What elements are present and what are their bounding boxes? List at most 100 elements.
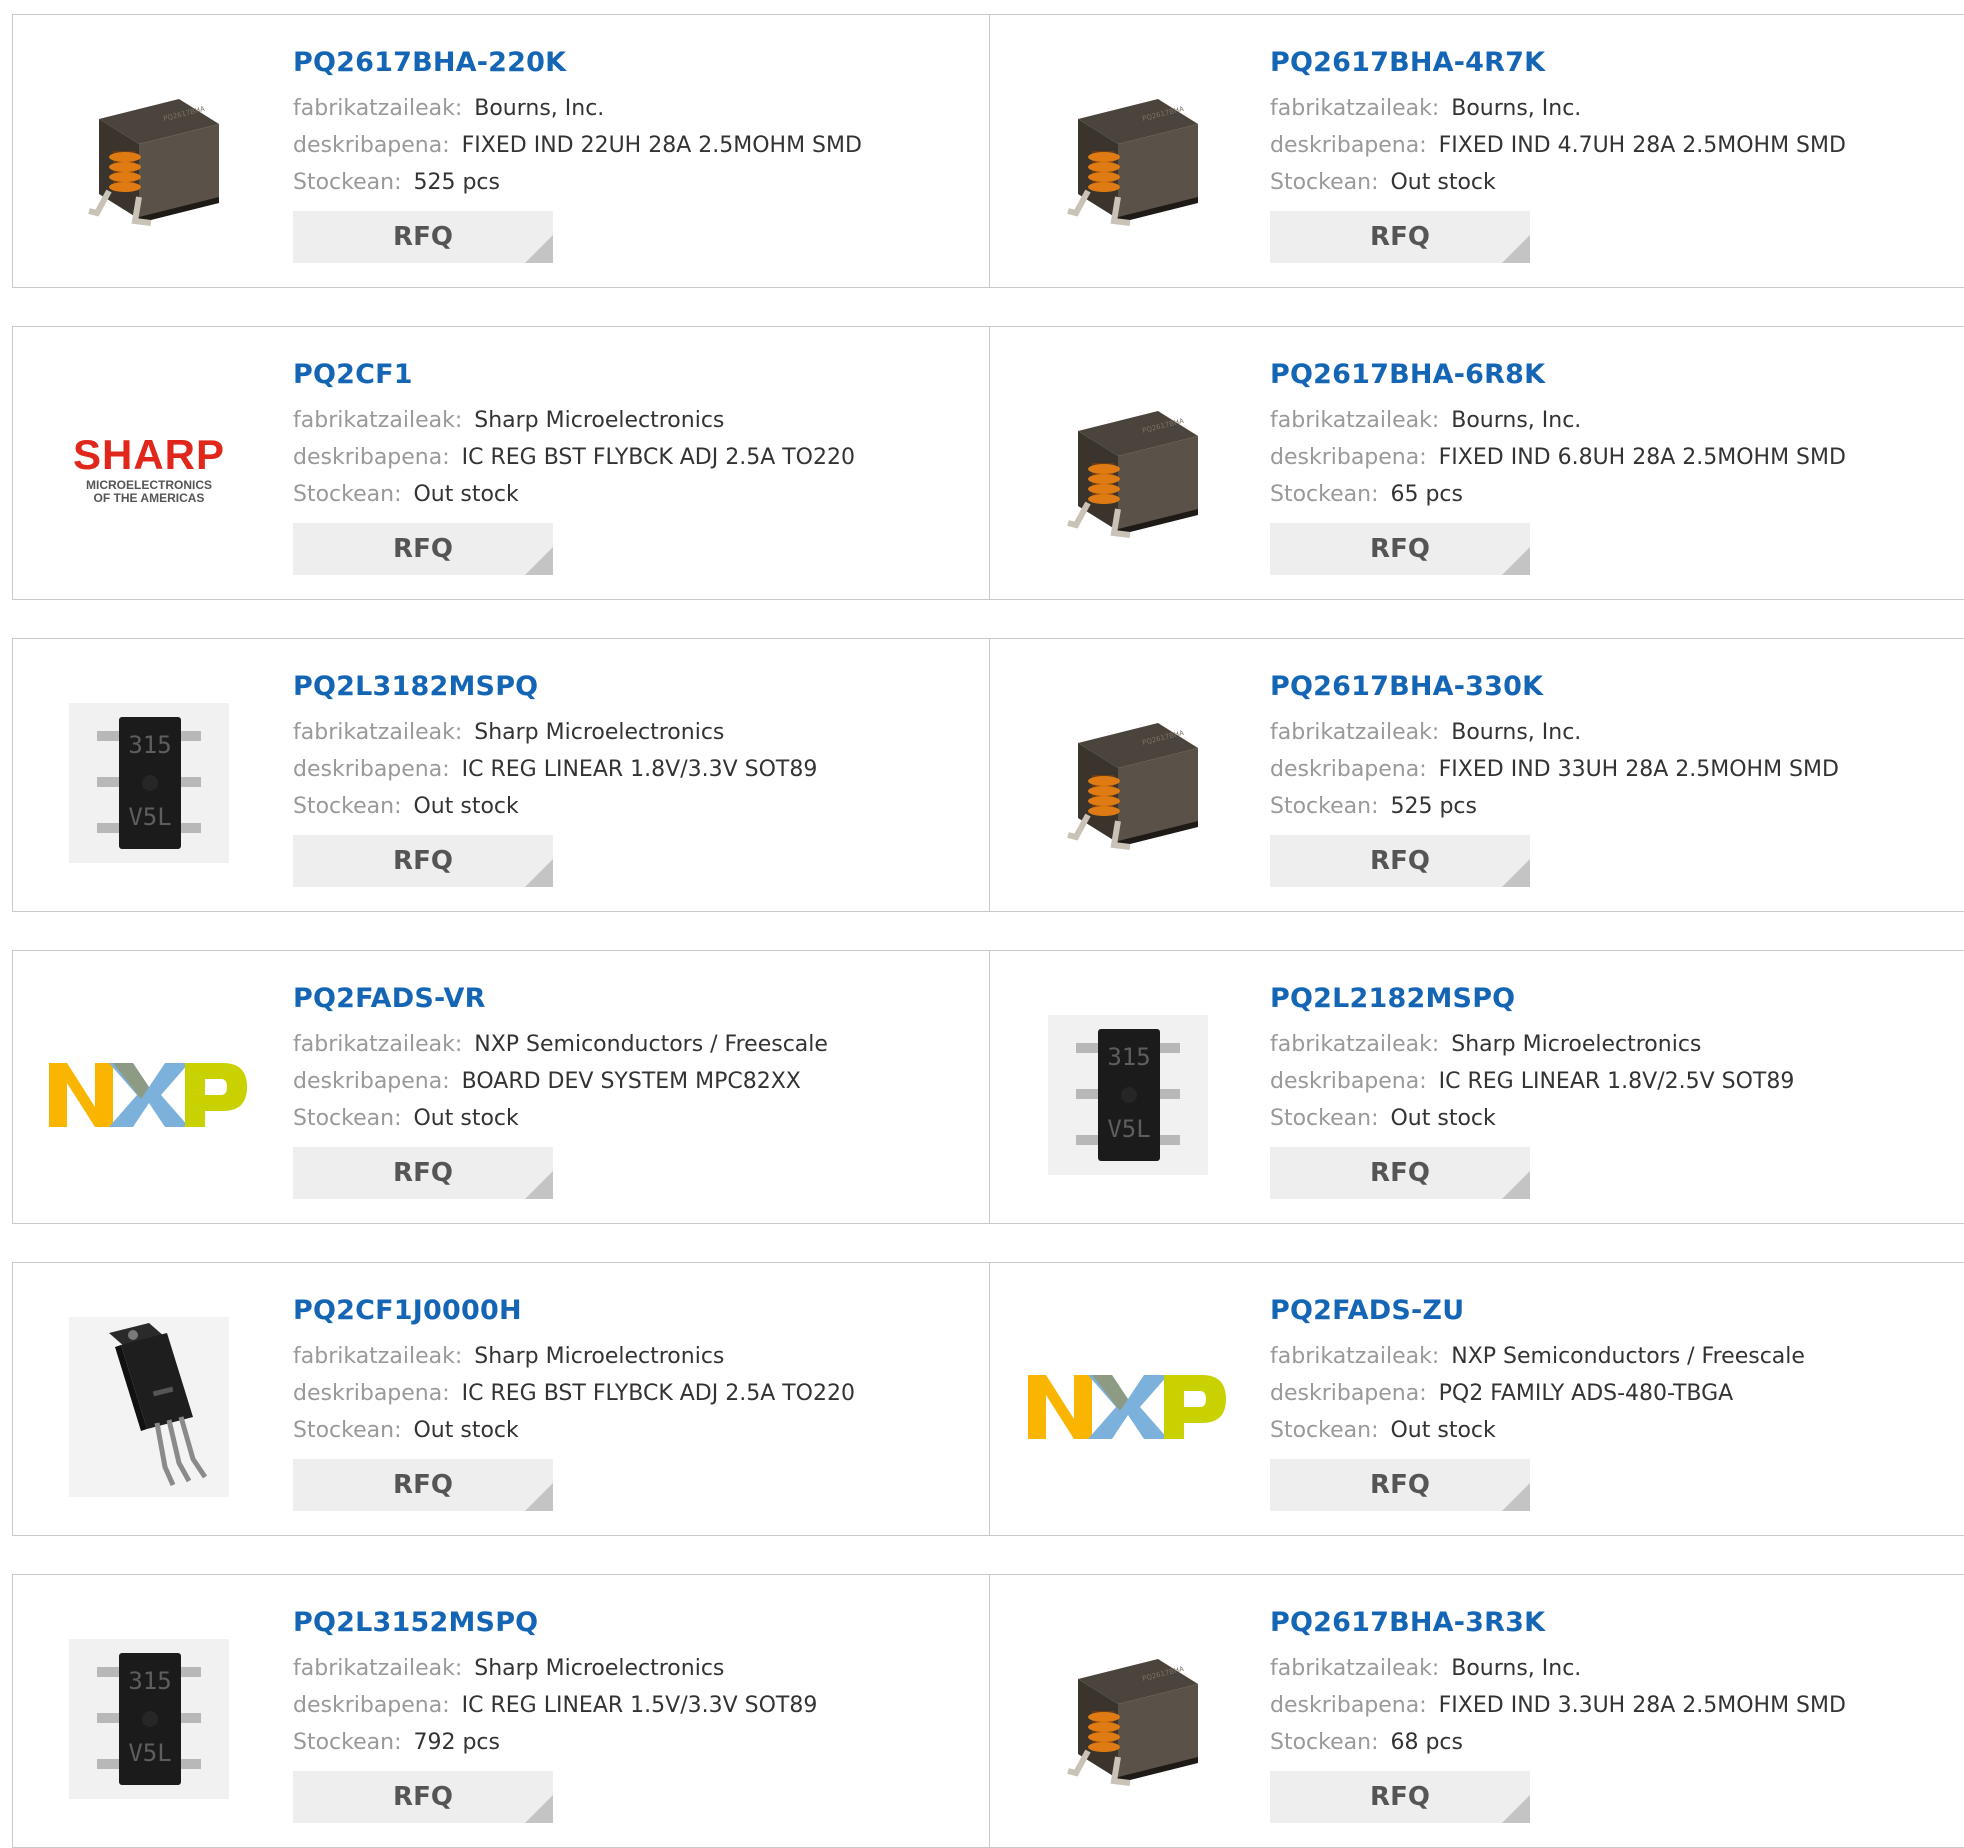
- inductor-image[interactable]: PQ2617BHA: [49, 59, 249, 259]
- svg-text:315: 315: [128, 731, 171, 759]
- product-info: PQ2617BHA-4R7K fabrikatzaileak: Bourns, I…: [1270, 45, 1930, 263]
- rfq-button[interactable]: RFQ: [293, 1771, 553, 1823]
- manufacturer-line: fabrikatzaileak: NXP Semiconductors / Fre…: [1270, 1338, 1930, 1375]
- description-line: deskribapena: BOARD DEV SYSTEM MPC82XX: [293, 1063, 953, 1100]
- inductor-image[interactable]: PQ2617BHA: [1028, 59, 1228, 259]
- stock-line: Stockean: Out stock: [293, 788, 953, 825]
- inductor-image[interactable]: PQ2617BHA: [1028, 1619, 1228, 1819]
- rfq-button[interactable]: RFQ: [293, 1147, 553, 1199]
- product-card: PQ2FADS-ZU fabrikatzaileak: NXP Semicondu…: [989, 1262, 1964, 1536]
- product-card: 315 V5L PQ2L2182MSPQ fabrikatzaileak: Sha…: [989, 950, 1964, 1224]
- rfq-button[interactable]: RFQ: [293, 1459, 553, 1511]
- product-card: SHARP MICROELECTRONICS OF THE AMERICAS P…: [12, 326, 990, 600]
- inductor-image[interactable]: PQ2617BHA: [1028, 371, 1228, 571]
- description-value: IC REG LINEAR 1.8V/2.5V SOT89: [1438, 1069, 1795, 1094]
- description-value: IC REG LINEAR 1.5V/3.3V SOT89: [461, 1693, 818, 1718]
- svg-text:315: 315: [128, 1667, 171, 1695]
- product-card: 315 V5L PQ2L3182MSPQ fabrikatzaileak: Sha…: [12, 638, 990, 912]
- part-number-link[interactable]: PQ2L3152MSPQ: [293, 1605, 953, 1641]
- rfq-button[interactable]: RFQ: [1270, 835, 1530, 887]
- manufacturer-value: NXP Semiconductors / Freescale: [1451, 1344, 1805, 1369]
- stock-line: Stockean: 792 pcs: [293, 1724, 953, 1761]
- part-number-link[interactable]: PQ2617BHA-6R8K: [1270, 357, 1930, 393]
- sot89-chip-image[interactable]: 315 V5L: [1028, 995, 1228, 1195]
- rfq-button[interactable]: RFQ: [1270, 211, 1530, 263]
- stock-line: Stockean: 68 pcs: [1270, 1724, 1930, 1761]
- manufacturer-value: Bourns, Inc.: [1451, 408, 1582, 433]
- description-line: deskribapena: FIXED IND 33UH 28A 2.5MOHM …: [1270, 751, 1930, 788]
- manufacturer-line: fabrikatzaileak: Sharp Microelectronics: [1270, 1026, 1930, 1063]
- rfq-button[interactable]: RFQ: [293, 523, 553, 575]
- stock-line: Stockean: Out stock: [1270, 1100, 1930, 1137]
- description-value: IC REG BST FLYBCK ADJ 2.5A TO220: [461, 1381, 855, 1406]
- rfq-button[interactable]: RFQ: [1270, 1459, 1530, 1511]
- part-number-link[interactable]: PQ2CF1: [293, 357, 953, 393]
- manufacturer-label: fabrikatzaileak:: [293, 720, 463, 745]
- manufacturer-value: Sharp Microelectronics: [474, 408, 725, 433]
- part-number-link[interactable]: PQ2617BHA-4R7K: [1270, 45, 1930, 81]
- part-number-link[interactable]: PQ2FADS-VR: [293, 981, 953, 1017]
- to220-package-image[interactable]: [49, 1307, 249, 1507]
- manufacturer-value: Sharp Microelectronics: [1451, 1032, 1702, 1057]
- manufacturer-label: fabrikatzaileak:: [1270, 408, 1440, 433]
- part-number-link[interactable]: PQ2CF1J0000H: [293, 1293, 953, 1329]
- part-number-link[interactable]: PQ2L3182MSPQ: [293, 669, 953, 705]
- sharp-logo-subtext-2: OF THE AMERICAS: [94, 491, 205, 505]
- product-row: SHARP MICROELECTRONICS OF THE AMERICAS P…: [12, 326, 1964, 600]
- manufacturer-line: fabrikatzaileak: Sharp Microelectronics: [293, 714, 953, 751]
- manufacturer-value: Bourns, Inc.: [1451, 720, 1582, 745]
- product-info: PQ2FADS-VR fabrikatzaileak: NXP Semicondu…: [293, 981, 953, 1199]
- manufacturer-line: fabrikatzaileak: Bourns, Inc.: [1270, 714, 1930, 751]
- nxp-logo[interactable]: [1028, 1307, 1228, 1507]
- manufacturer-value: Bourns, Inc.: [1451, 1656, 1582, 1681]
- sot89-chip-image[interactable]: 315 V5L: [49, 683, 249, 883]
- product-info: PQ2CF1J0000H fabrikatzaileak: Sharp Micro…: [293, 1293, 953, 1511]
- manufacturer-value: Sharp Microelectronics: [474, 1656, 725, 1681]
- part-number-link[interactable]: PQ2617BHA-3R3K: [1270, 1605, 1930, 1641]
- manufacturer-label: fabrikatzaileak:: [293, 1032, 463, 1057]
- rfq-button[interactable]: RFQ: [1270, 1147, 1530, 1199]
- rfq-button[interactable]: RFQ: [293, 835, 553, 887]
- manufacturer-value: Bourns, Inc.: [474, 96, 605, 121]
- stock-value: 68 pcs: [1390, 1730, 1463, 1755]
- manufacturer-value: NXP Semiconductors / Freescale: [474, 1032, 828, 1057]
- stock-value: 525 pcs: [413, 170, 500, 195]
- sharp-logo[interactable]: SHARP MICROELECTRONICS OF THE AMERICAS: [49, 371, 249, 571]
- description-line: deskribapena: FIXED IND 22UH 28A 2.5MOHM …: [293, 127, 953, 164]
- rfq-label: RFQ: [393, 534, 453, 564]
- manufacturer-label: fabrikatzaileak:: [293, 96, 463, 121]
- product-card: PQ2CF1J0000H fabrikatzaileak: Sharp Micro…: [12, 1262, 990, 1536]
- product-row: PQ2FADS-VR fabrikatzaileak: NXP Semicondu…: [12, 950, 1964, 1224]
- stock-label: Stockean:: [293, 1106, 402, 1131]
- rfq-corner-decoration: [525, 1171, 553, 1199]
- rfq-label: RFQ: [1370, 222, 1430, 252]
- rfq-button[interactable]: RFQ: [1270, 523, 1530, 575]
- manufacturer-line: fabrikatzaileak: Bourns, Inc.: [293, 90, 953, 127]
- inductor-image[interactable]: PQ2617BHA: [1028, 683, 1228, 883]
- rfq-button[interactable]: RFQ: [1270, 1771, 1530, 1823]
- description-value: IC REG LINEAR 1.8V/3.3V SOT89: [461, 757, 818, 782]
- stock-line: Stockean: 65 pcs: [1270, 476, 1930, 513]
- part-number-link[interactable]: PQ2L2182MSPQ: [1270, 981, 1930, 1017]
- product-card: PQ2617BHA PQ2617BHA-330K fabrikatzaileak…: [989, 638, 1964, 912]
- stock-value: 792 pcs: [413, 1730, 500, 1755]
- part-number-link[interactable]: PQ2617BHA-220K: [293, 45, 953, 81]
- sot89-chip-image[interactable]: 315 V5L: [49, 1619, 249, 1819]
- manufacturer-label: fabrikatzaileak:: [1270, 1344, 1440, 1369]
- description-line: deskribapena: PQ2 FAMILY ADS-480-TBGA: [1270, 1375, 1930, 1412]
- rfq-corner-decoration: [1502, 1795, 1530, 1823]
- stock-value: Out stock: [413, 482, 519, 507]
- product-card: PQ2FADS-VR fabrikatzaileak: NXP Semicondu…: [12, 950, 990, 1224]
- part-number-link[interactable]: PQ2FADS-ZU: [1270, 1293, 1930, 1329]
- rfq-button[interactable]: RFQ: [293, 211, 553, 263]
- description-line: deskribapena: IC REG BST FLYBCK ADJ 2.5A …: [293, 1375, 953, 1412]
- manufacturer-label: fabrikatzaileak:: [293, 1344, 463, 1369]
- product-card: PQ2617BHA PQ2617BHA-6R8K fabrikatzaileak…: [989, 326, 1964, 600]
- manufacturer-line: fabrikatzaileak: Bourns, Inc.: [1270, 402, 1930, 439]
- nxp-logo[interactable]: [49, 995, 249, 1195]
- stock-line: Stockean: Out stock: [293, 1100, 953, 1137]
- manufacturer-line: fabrikatzaileak: Bourns, Inc.: [1270, 90, 1930, 127]
- part-number-link[interactable]: PQ2617BHA-330K: [1270, 669, 1930, 705]
- stock-label: Stockean:: [293, 1730, 402, 1755]
- rfq-corner-decoration: [525, 547, 553, 575]
